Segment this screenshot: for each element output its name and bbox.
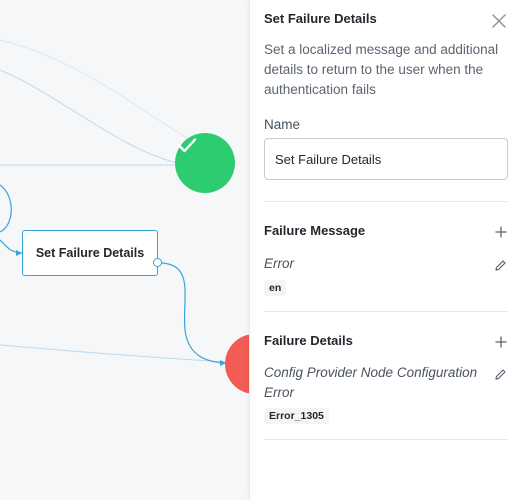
close-button[interactable] [490, 12, 508, 30]
edit-failure-message-button[interactable] [493, 258, 507, 272]
set-failure-details-node[interactable]: Set Failure Details [22, 230, 158, 276]
pencil-icon [494, 368, 506, 380]
node-label: Set Failure Details [35, 246, 145, 260]
add-failure-message-button[interactable] [494, 225, 508, 239]
failure-details-title: Failure Details [264, 333, 353, 348]
checkmark-icon [177, 138, 197, 153]
success-outcome-node[interactable] [175, 133, 235, 193]
close-icon [492, 14, 506, 28]
plus-icon [495, 226, 507, 238]
failure-message-title: Failure Message [264, 223, 366, 238]
node-output-port[interactable] [153, 258, 162, 267]
divider [264, 439, 508, 440]
divider [264, 201, 508, 202]
name-input[interactable] [264, 138, 508, 180]
journey-canvas[interactable]: Set Failure Details [0, 0, 250, 500]
panel-title: Set Failure Details [264, 11, 377, 26]
divider [264, 311, 508, 312]
panel-description: Set a localized message and additional d… [264, 42, 499, 97]
name-field-label: Name [264, 117, 301, 132]
node-properties-panel: Set Failure Details Set a localized mess… [250, 0, 521, 500]
edit-failure-details-button[interactable] [493, 367, 507, 381]
failure-details-text: Config Provider Node Configuration Error [264, 365, 478, 400]
add-failure-details-button[interactable] [494, 335, 508, 349]
failure-message-text: Error [264, 256, 294, 271]
pencil-icon [494, 259, 506, 271]
error-code-badge: Error_1305 [264, 408, 329, 424]
plus-icon [495, 336, 507, 348]
locale-badge: en [264, 280, 287, 296]
